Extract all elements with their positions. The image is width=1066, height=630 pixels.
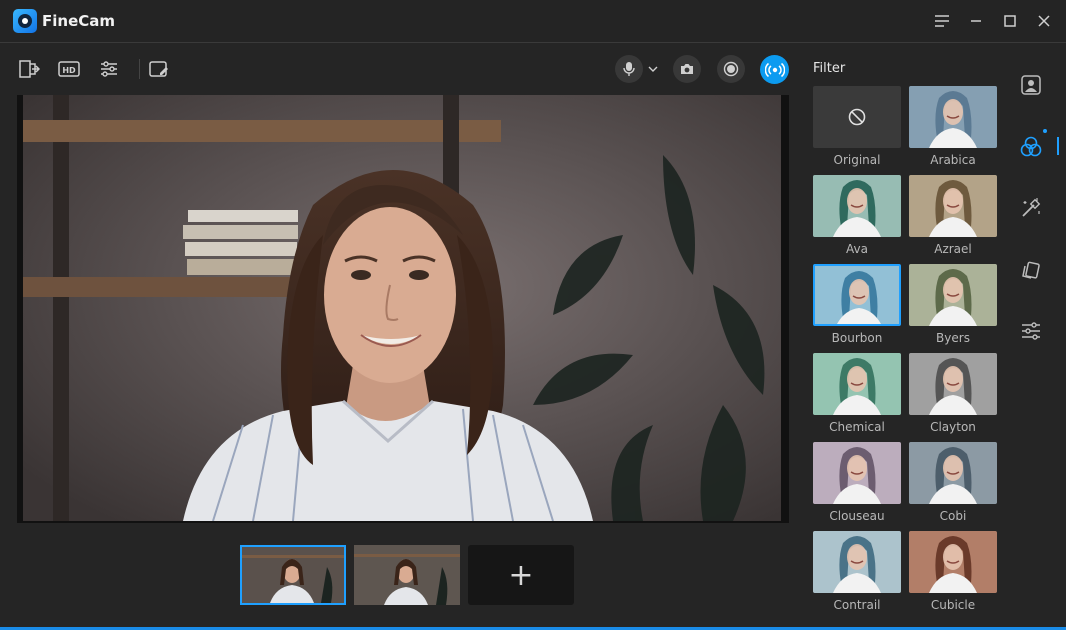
filter-panel-title: Filter (813, 61, 846, 76)
camera-icon (681, 64, 693, 74)
filter-preview-image (813, 353, 901, 415)
record-button[interactable] (717, 55, 745, 83)
filter-label: Arabica (930, 153, 976, 167)
filter-azrael[interactable]: Azrael (909, 175, 997, 260)
filter-label: Cubicle (930, 598, 976, 612)
filter-preview-image (909, 264, 997, 326)
filter-preview-image (813, 531, 901, 593)
filter-icon[interactable] (1016, 132, 1046, 162)
filter-label: Cobi (939, 509, 967, 523)
live-broadcast-button[interactable] (760, 55, 789, 84)
camera-preview (17, 95, 789, 523)
filter-label: Byers (936, 331, 970, 345)
magic-wand-icon[interactable] (1016, 193, 1046, 223)
annotate-icon[interactable] (148, 59, 170, 79)
record-icon (723, 61, 739, 77)
broadcast-icon (764, 62, 785, 77)
app-logo-icon (13, 9, 37, 33)
filter-preview-image (909, 175, 997, 237)
portrait-icon[interactable] (1016, 70, 1046, 100)
add-scene-button[interactable]: + (468, 545, 574, 605)
no-filter-icon (813, 86, 901, 148)
filter-chemical[interactable]: Chemical (813, 353, 901, 438)
camera-feed-image (23, 95, 781, 521)
snapshot-button[interactable] (673, 55, 701, 83)
minimize-icon[interactable] (963, 8, 989, 34)
filter-label: Ava (846, 242, 868, 256)
filter-contrail[interactable]: Contrail (813, 531, 901, 616)
filter-label: Contrail (833, 598, 881, 612)
scene-thumbnail-1[interactable] (240, 545, 346, 605)
toolbar-divider (139, 59, 140, 79)
close-icon[interactable] (1031, 8, 1057, 34)
chevron-down-icon[interactable] (646, 63, 660, 75)
filter-original[interactable]: Original (813, 86, 901, 171)
menu-icon[interactable] (929, 8, 955, 34)
filter-preview-image (909, 353, 997, 415)
filter-preview-image (909, 442, 997, 504)
filter-preview-image (909, 86, 997, 148)
hd-icon[interactable]: HD (58, 59, 80, 79)
settings-sliders-icon[interactable] (1016, 316, 1046, 346)
filter-clayton[interactable]: Clayton (909, 353, 997, 438)
microphone-button[interactable] (615, 55, 643, 83)
filter-bourbon[interactable]: Bourbon (813, 264, 901, 349)
filter-cobi[interactable]: Cobi (909, 442, 997, 527)
filter-label: Clayton (930, 420, 976, 434)
filter-preview-image (813, 264, 901, 326)
scene-thumbnail-2[interactable] (354, 545, 460, 605)
sticker-icon[interactable] (1016, 255, 1046, 285)
filter-byers[interactable]: Byers (909, 264, 997, 349)
filter-label: Original (833, 153, 881, 167)
exit-icon[interactable] (17, 58, 41, 80)
filter-label: Chemical (829, 420, 885, 434)
filter-arabica[interactable]: Arabica (909, 86, 997, 171)
filter-preview-image (813, 175, 901, 237)
notification-dot (1043, 129, 1047, 133)
adjust-icon[interactable] (98, 59, 120, 79)
maximize-icon[interactable] (997, 8, 1023, 34)
right-rail (1008, 60, 1056, 360)
filter-preview-image (909, 531, 997, 593)
active-tab-indicator (1057, 137, 1059, 155)
microphone-icon (623, 62, 635, 76)
title-bar: FineCam (0, 0, 1066, 43)
app-title: FineCam (42, 12, 116, 30)
filter-cubicle[interactable]: Cubicle (909, 531, 997, 616)
filter-label: Clouseau (829, 509, 885, 523)
filter-clouseau[interactable]: Clouseau (813, 442, 901, 527)
filter-label: Azrael (934, 242, 972, 256)
filter-label: Bourbon (831, 331, 883, 345)
filter-preview-image (813, 442, 901, 504)
filter-ava[interactable]: Ava (813, 175, 901, 260)
svg-text:HD: HD (62, 66, 76, 75)
